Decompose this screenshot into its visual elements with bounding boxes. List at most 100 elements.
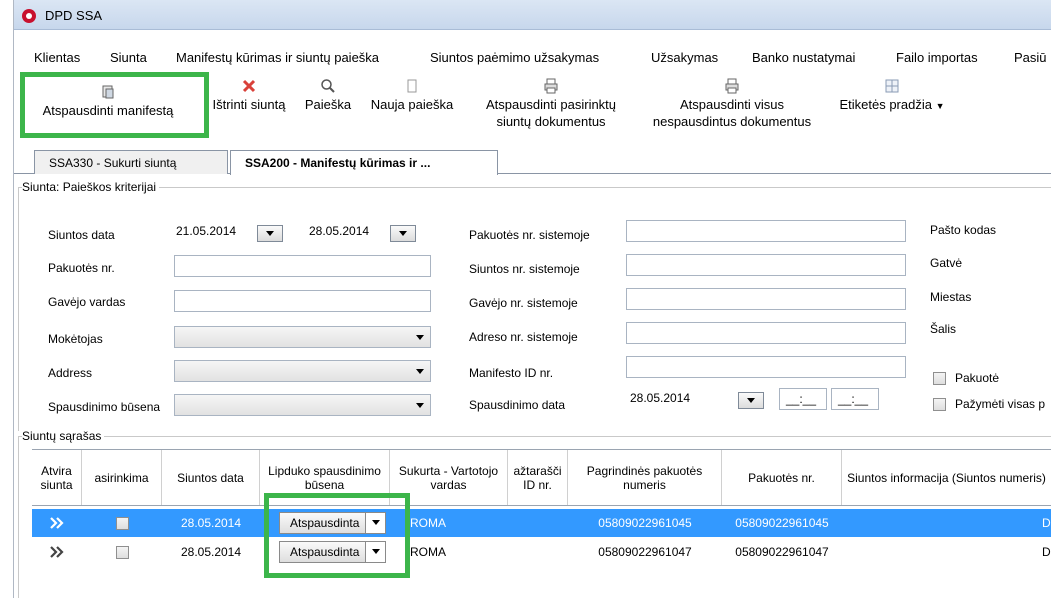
print-date-value[interactable]: 28.05.2014 (630, 391, 690, 405)
col-waybill-id[interactable]: ažtarašči ID nr. (508, 450, 568, 505)
menu-pickup-order[interactable]: Siuntos paėmimo užsakymas (430, 50, 599, 65)
col-shipment-info[interactable]: Siuntos informacija (Siuntos numeris) (842, 450, 1051, 505)
list-group-left-border (18, 436, 19, 598)
menu-file-import[interactable]: Failo importas (896, 50, 978, 65)
shipment-no-system-label: Siuntos nr. sistemoje (469, 262, 580, 276)
print-selected-button[interactable]: Atspausdinti pasirinktų siuntų dokumentu… (469, 78, 633, 130)
col-selection[interactable]: asirinkima (82, 450, 162, 505)
row-select-checkbox[interactable] (115, 516, 129, 530)
menu-pasiulymai[interactable]: Pasiū (1014, 50, 1047, 65)
open-shipment-icon[interactable] (32, 538, 82, 566)
magnifier-icon (321, 79, 335, 93)
print-time-from-input[interactable]: __:__ (779, 388, 827, 410)
print-selected-label-2: siuntų dokumentus (496, 114, 606, 129)
label-grid-icon (885, 79, 899, 93)
package-no-label: Pakuotės nr. (48, 261, 115, 275)
print-all-label-2: nespausdintus dokumentus (652, 114, 812, 129)
menu-siunta[interactable]: Siunta (110, 50, 147, 65)
row-user: ROMA (410, 545, 446, 559)
package-checkbox[interactable] (933, 372, 946, 385)
row-select-checkbox[interactable] (115, 545, 129, 559)
app-logo-icon (22, 9, 36, 23)
list-group-border (18, 436, 1051, 437)
col-main-package-no[interactable]: Pagrindinės pakuotės numeris (568, 450, 722, 505)
date-from-picker-button[interactable] (257, 225, 283, 242)
address-label: Address (48, 366, 93, 380)
menu-klientas[interactable]: Klientas (34, 50, 80, 65)
col-label-print-status[interactable]: Lipduko spausdinimo būsena (260, 450, 390, 505)
grid-header-divider (32, 505, 1051, 506)
print-date-picker-button[interactable] (738, 392, 764, 409)
table-row[interactable]: 28.05.2014 Atspausdinta ROMA 05809022961… (32, 509, 1051, 537)
left-window-edge (0, 0, 14, 598)
search-group-left-border (18, 187, 19, 431)
address-select[interactable] (174, 360, 431, 382)
shipment-no-system-input[interactable] (626, 254, 906, 276)
chevron-down-icon[interactable] (365, 513, 385, 533)
print-selected-label-1: Atspausdinti pasirinktų (485, 97, 617, 112)
row-user: ROMA (410, 516, 446, 530)
tab-ssa330[interactable]: SSA330 - Sukurti siuntą (34, 150, 228, 174)
payer-select[interactable] (174, 326, 431, 348)
printer-icon (544, 78, 558, 94)
col-shipment-date[interactable]: Siuntos data (162, 450, 260, 505)
package-no-system-label: Pakuotės nr. sistemoje (469, 228, 590, 242)
menu-manifest-search[interactable]: Manifestų kūrimas ir siuntų paieška (176, 50, 379, 65)
tab-ssa200[interactable]: SSA200 - Manifestų kūrimas ir ... (230, 150, 498, 175)
package-no-input[interactable] (174, 255, 431, 277)
row-date: 28.05.2014 (180, 545, 242, 559)
window-title: DPD SSA (45, 8, 103, 23)
row-select-checkbox-cell (82, 509, 162, 537)
row-package-no: 05809022961047 (735, 545, 829, 559)
address-no-system-label: Adreso nr. sistemoje (469, 330, 578, 344)
menu-order[interactable]: Užsakymas (651, 50, 718, 65)
row-status-dropdown[interactable]: Atspausdinta (279, 541, 386, 563)
print-all-button[interactable]: Atspausdinti visus nespausdintus dokumen… (641, 78, 823, 130)
package-no-system-input[interactable] (626, 220, 906, 242)
print-time-to-input[interactable]: __:__ (831, 388, 879, 410)
new-document-icon (407, 79, 417, 93)
chevron-down-icon (416, 335, 424, 340)
print-status-select[interactable] (174, 394, 431, 416)
recipient-no-system-input[interactable] (626, 288, 906, 310)
row-main-package-no: 05809022961047 (598, 545, 692, 559)
address-no-system-input[interactable] (626, 322, 906, 344)
delete-shipment-button[interactable]: Ištrinti siuntą (204, 78, 294, 113)
label-start-button[interactable]: Etiketės pradžia ▼ (832, 78, 952, 115)
col-package-no[interactable]: Pakuotės nr. (722, 450, 842, 505)
new-search-button[interactable]: Nauja paieška (364, 78, 460, 113)
payer-label: Mokėtojas (48, 332, 103, 346)
postal-code-label: Pašto kodas (930, 223, 997, 237)
row-main-package-no: 05809022961045 (598, 516, 692, 530)
row-tail: D (1042, 516, 1051, 530)
manifest-id-input[interactable] (626, 356, 906, 378)
chevron-down-icon[interactable] (365, 542, 385, 562)
date-to-picker-button[interactable] (390, 225, 416, 242)
mark-all-checkbox[interactable] (933, 398, 946, 411)
label-start-label: Etiketės pradžia (839, 97, 932, 112)
tab-strip: SSA330 - Sukurti siuntą SSA200 - Manifes… (14, 146, 1051, 175)
row-select-checkbox-cell (82, 538, 162, 566)
col-open-shipment[interactable]: Atvira siunta (32, 450, 82, 505)
search-button[interactable]: Paieška (301, 78, 355, 113)
print-manifest-icon (102, 85, 114, 99)
open-shipment-icon[interactable] (32, 509, 82, 537)
recipient-name-input[interactable] (174, 290, 431, 312)
dropdown-arrow-icon: ▼ (935, 101, 945, 111)
delete-shipment-label: Ištrinti siuntą (212, 97, 286, 112)
table-row[interactable]: 28.05.2014 Atspausdinta ROMA 05809022961… (32, 538, 1051, 566)
chevron-down-icon (416, 369, 424, 374)
delete-x-icon (242, 79, 256, 93)
row-status-dropdown[interactable]: Atspausdinta (279, 512, 386, 534)
printer-icon (725, 78, 739, 94)
menu-bank-settings[interactable]: Banko nustatymai (752, 50, 855, 65)
date-to-value[interactable]: 28.05.2014 (309, 224, 369, 238)
country-label: Šalis (930, 322, 957, 336)
manifest-id-label: Manifesto ID nr. (469, 366, 554, 380)
col-created-by-user[interactable]: Sukurta - Vartotojo vardas (390, 450, 508, 505)
new-search-label: Nauja paieška (370, 97, 454, 112)
search-group-border (18, 187, 1051, 188)
package-checkbox-label: Pakuotė (955, 371, 1000, 385)
print-manifest-button[interactable]: Atspausdinti manifestą (24, 84, 192, 119)
date-from-value[interactable]: 21.05.2014 (176, 224, 236, 238)
